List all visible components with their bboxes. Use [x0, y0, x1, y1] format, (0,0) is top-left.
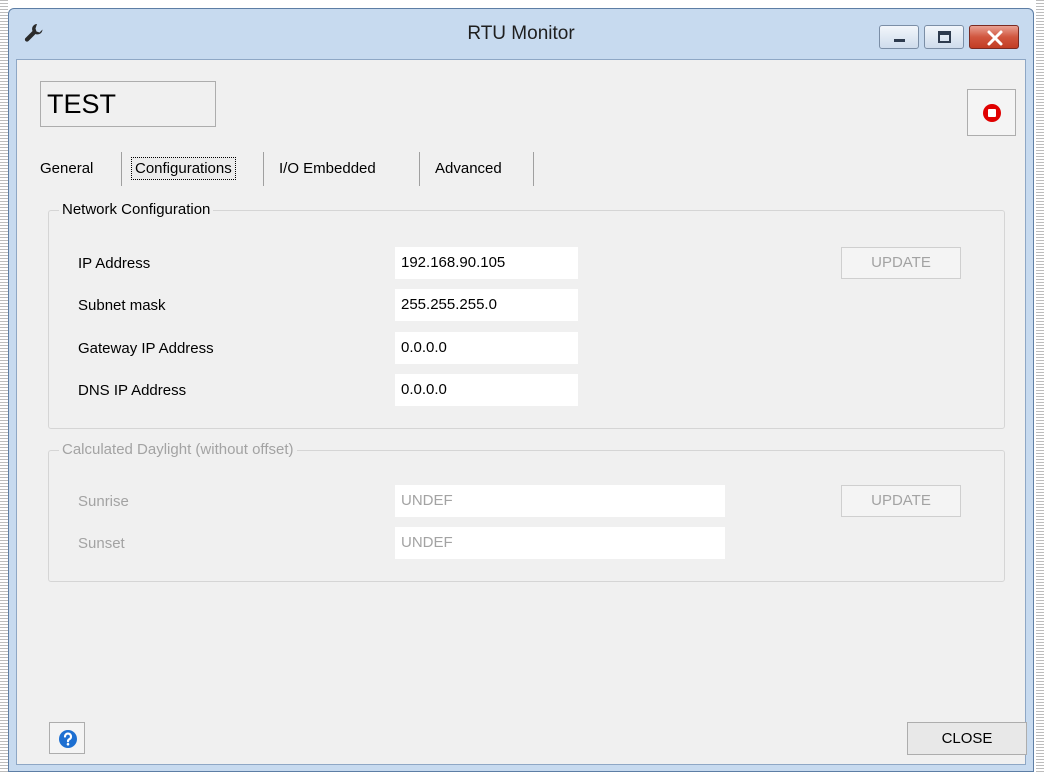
sunrise-field[interactable]: UNDEF — [395, 485, 725, 517]
title-bar[interactable]: RTU Monitor — [9, 9, 1033, 59]
subnet-mask-label: Subnet mask — [78, 297, 166, 314]
subnet-mask-field[interactable]: 255.255.255.0 — [395, 289, 578, 321]
device-name: TEST — [40, 81, 216, 127]
close-icon — [987, 30, 1003, 46]
sunset-label: Sunset — [78, 535, 125, 552]
client-area: TEST General Configurations I/O Embedded… — [16, 59, 1027, 765]
dns-ip-label: DNS IP Address — [78, 382, 187, 399]
sunset-field[interactable]: UNDEF — [395, 527, 725, 559]
close-button[interactable]: CLOSE — [907, 722, 1027, 755]
desktop-edge-left — [0, 0, 8, 774]
help-button[interactable] — [49, 722, 85, 754]
calculated-daylight-group: Calculated Daylight (without offset) Sun… — [48, 441, 1005, 582]
close-window-button[interactable] — [969, 25, 1019, 49]
tab-separator — [419, 152, 420, 186]
tab-strip: General Configurations I/O Embedded Adva… — [17, 152, 617, 186]
sunrise-label: Sunrise — [78, 493, 129, 510]
tab-separator — [263, 152, 264, 186]
daylight-group-title: Calculated Daylight (without offset) — [59, 441, 297, 459]
stop-button[interactable] — [967, 89, 1016, 136]
tab-io-embedded[interactable]: I/O Embedded — [279, 152, 376, 186]
ip-address-field[interactable]: 192.168.90.105 — [395, 247, 578, 279]
desktop-edge-right — [1036, 0, 1044, 774]
gateway-ip-label: Gateway IP Address — [78, 340, 214, 357]
rtu-monitor-window: RTU Monitor TEST General Configurations … — [8, 8, 1034, 772]
tab-label-configurations: Configurations — [131, 157, 236, 180]
tab-separator — [533, 152, 534, 186]
maximize-icon — [938, 31, 951, 43]
gateway-ip-field[interactable]: 0.0.0.0 — [395, 332, 578, 364]
network-configuration-group: Network Configuration IP Address 192.168… — [48, 201, 1005, 429]
stop-record-icon — [983, 104, 1001, 122]
minimize-button[interactable] — [879, 25, 919, 49]
tab-general[interactable]: General — [40, 152, 93, 186]
dns-ip-field[interactable]: 0.0.0.0 — [395, 374, 578, 406]
network-group-title: Network Configuration — [59, 201, 214, 219]
tab-configurations[interactable]: Configurations — [131, 152, 236, 186]
network-update-button[interactable]: UPDATE — [841, 247, 961, 279]
tab-label-io-embedded: I/O Embedded — [279, 160, 376, 177]
tab-label-advanced: Advanced — [435, 160, 502, 177]
maximize-button[interactable] — [924, 25, 964, 49]
minimize-icon — [894, 39, 905, 42]
tab-separator — [121, 152, 122, 186]
tab-label-general: General — [40, 160, 94, 177]
ip-address-label: IP Address — [78, 255, 151, 272]
daylight-update-button[interactable]: UPDATE — [841, 485, 961, 517]
help-icon — [59, 730, 77, 748]
tab-advanced[interactable]: Advanced — [435, 152, 502, 186]
